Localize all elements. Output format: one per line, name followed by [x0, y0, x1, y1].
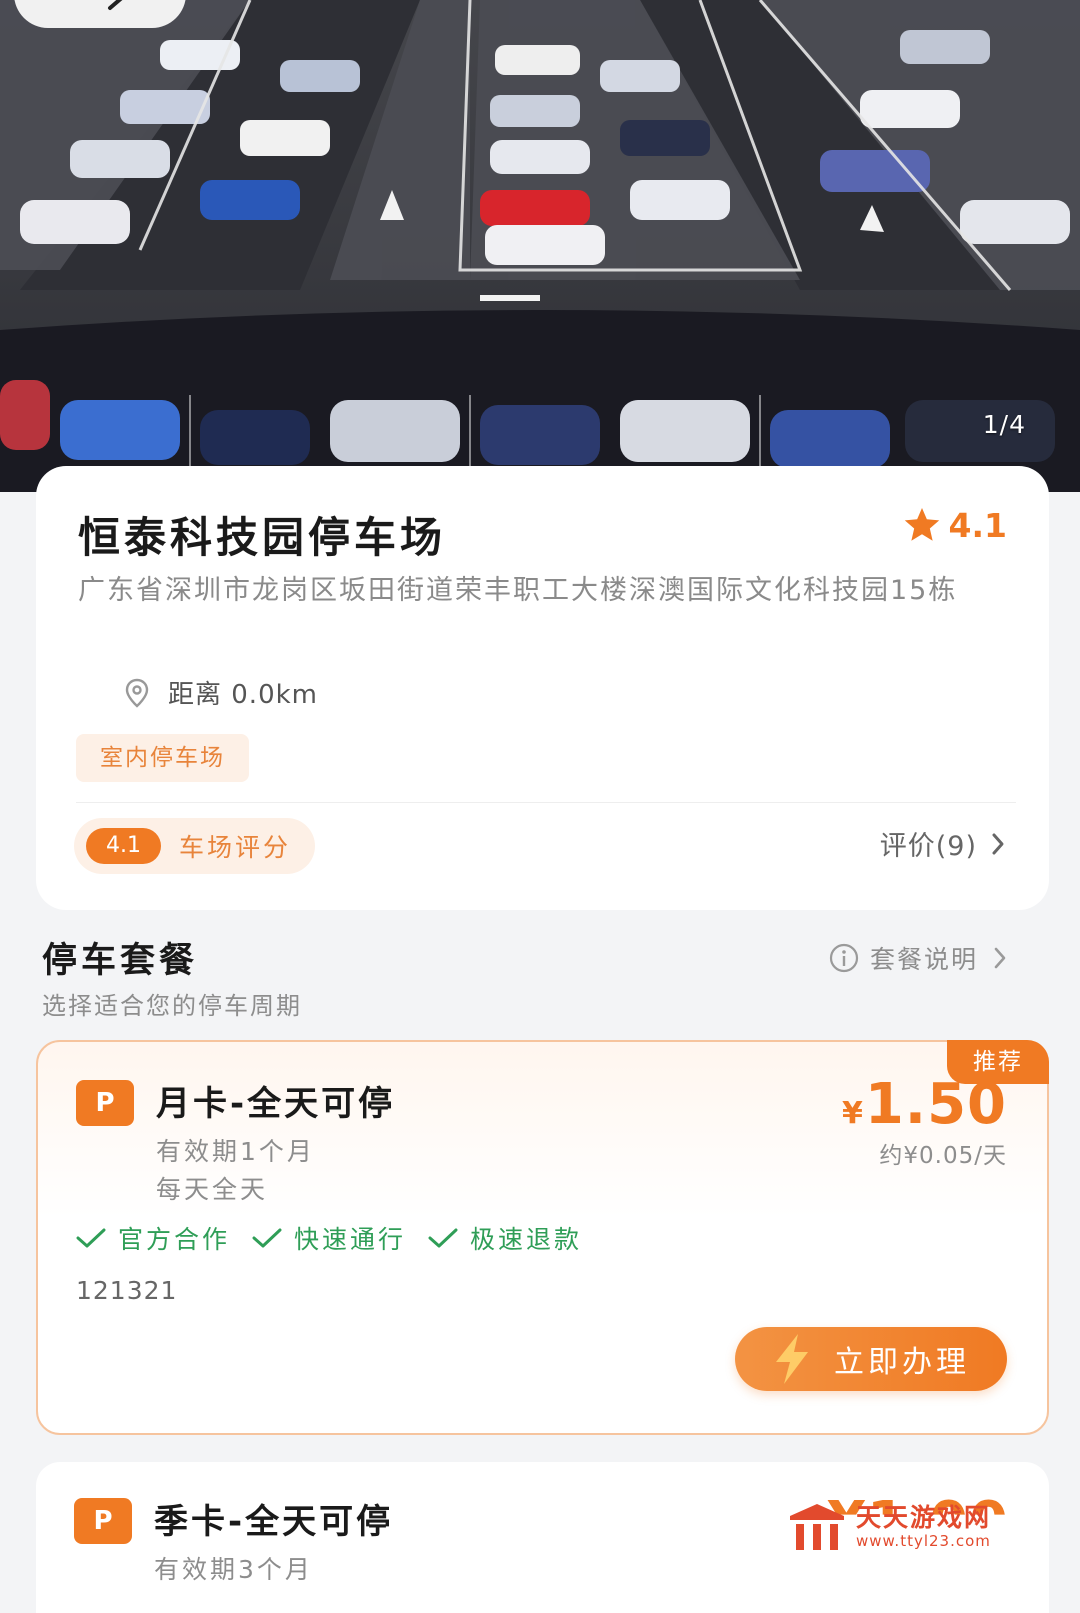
feature-item: 官方合作 [76, 1220, 230, 1256]
package-info-link[interactable]: 套餐说明 [828, 940, 1006, 976]
watermark-name: 天天游戏网 [856, 1503, 992, 1532]
reviews-link[interactable]: 评价(9) [880, 824, 1005, 863]
package-features: 官方合作 快速通行 极速退款 [76, 1220, 604, 1256]
feature-item: 极速退款 [428, 1220, 582, 1256]
star-icon [904, 507, 939, 541]
package-validity: 有效期1个月 [156, 1137, 315, 1166]
packages-subtitle: 选择适合您的停车周期 [42, 992, 302, 1020]
package-info-label: 套餐说明 [869, 945, 978, 974]
indoor-parking-tag: 室内停车场 [76, 734, 249, 782]
lot-name: 恒泰科技园停车场 [78, 513, 447, 562]
feature-label: 官方合作 [118, 1225, 231, 1254]
distance-text: 距离 0.0km [168, 680, 318, 710]
package-card-monthly[interactable]: 推荐 P 月卡-全天可停 有效期1个月 每天全天 ¥ 1.50 约¥0.05/天… [36, 1040, 1049, 1435]
check-icon [252, 1228, 282, 1248]
price-value: 1.50 [864, 1072, 1007, 1137]
lot-score-pill: 4.1 车场评分 [74, 818, 316, 874]
parking-lot-photo-gallery[interactable]: 1/4 [0, 0, 1080, 492]
site-watermark: 天天游戏网 www.ttyl23.com [788, 1502, 991, 1552]
chevron-left-icon [108, 0, 123, 10]
apply-now-label: 立即办理 [834, 1345, 970, 1380]
photo-counter: 1/4 [982, 410, 1026, 439]
lot-rating: 4.1 [903, 506, 1007, 545]
package-description: 121321 [76, 1276, 178, 1305]
parking-lot-info-card: 恒泰科技园停车场 4.1 广东省深圳市龙岗区坂田街道荣丰职工大楼深澳国际文化科技… [36, 466, 1049, 910]
lightning-icon [776, 1334, 808, 1384]
parking-p-icon: P [76, 1080, 134, 1126]
check-icon [428, 1228, 458, 1248]
parking-lot-photo [0, 0, 1080, 492]
lot-distance: 距离 0.0km [124, 674, 318, 711]
watermark-url: www.ttyl23.com [856, 1532, 991, 1550]
divider [76, 802, 1016, 803]
price-per-day: 约¥0.05/天 [879, 1143, 1007, 1169]
watermark-logo-icon [790, 1504, 844, 1550]
back-button[interactable] [14, 0, 186, 28]
feature-item: 快速通行 [252, 1220, 406, 1256]
apply-now-button[interactable]: 立即办理 [735, 1327, 1007, 1391]
feature-label: 快速通行 [294, 1225, 407, 1254]
reviews-label: 评价(9) [879, 831, 977, 862]
location-pin-icon [125, 678, 149, 708]
feature-label: 极速退款 [470, 1225, 583, 1254]
chevron-right-icon [994, 947, 1006, 969]
info-icon [829, 943, 859, 973]
package-name: 月卡-全天可停 [156, 1084, 396, 1124]
price-currency: ¥ [841, 1096, 863, 1131]
check-icon [76, 1228, 106, 1248]
parking-p-icon: P [74, 1498, 132, 1544]
score-label: 车场评分 [179, 833, 292, 862]
chevron-right-icon [992, 833, 1004, 854]
package-validity: 有效期3个月 [154, 1555, 313, 1584]
lot-address: 广东省深圳市龙岗区坂田街道荣丰职工大楼深澳国际文化科技园15栋 [78, 575, 958, 606]
rating-value: 4.1 [948, 506, 1007, 545]
package-name: 季卡-全天可停 [154, 1502, 394, 1542]
package-price: ¥ 1.50 [842, 1072, 1007, 1137]
packages-title: 停车套餐 [42, 941, 199, 981]
score-badge: 4.1 [86, 828, 161, 864]
package-schedule: 每天全天 [156, 1175, 269, 1204]
